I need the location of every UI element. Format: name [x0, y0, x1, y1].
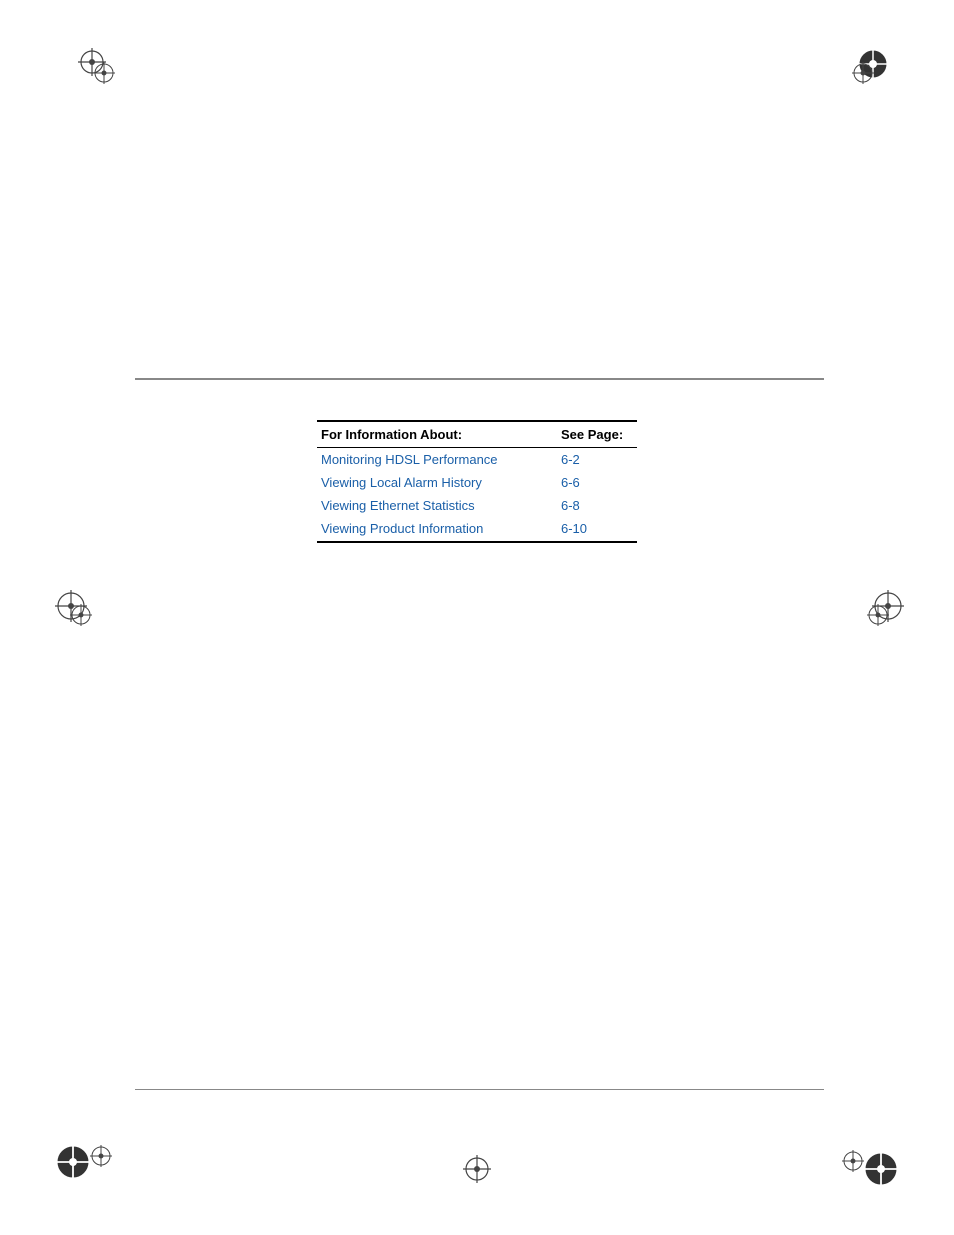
toc-row-page[interactable]: 6-8 — [557, 494, 637, 517]
toc-content-area: For Information About: See Page: Monitor… — [317, 420, 637, 543]
toc-row-label[interactable]: Viewing Product Information — [317, 517, 557, 542]
horizontal-rule-top — [135, 378, 824, 380]
toc-row[interactable]: Viewing Local Alarm History6-6 — [317, 471, 637, 494]
toc-row[interactable]: Monitoring HDSL Performance6-2 — [317, 448, 637, 472]
toc-col-header-page: See Page: — [557, 421, 637, 448]
registration-mark-mr-inner — [867, 604, 889, 626]
registration-mark-tl-inner — [93, 62, 115, 84]
toc-row[interactable]: Viewing Ethernet Statistics6-8 — [317, 494, 637, 517]
registration-mark-br-outer — [863, 1151, 899, 1187]
toc-col-header-topic: For Information About: — [317, 421, 557, 448]
registration-mark-br-inner — [842, 1150, 864, 1172]
toc-table: For Information About: See Page: Monitor… — [317, 420, 637, 543]
toc-row-label[interactable]: Viewing Local Alarm History — [317, 471, 557, 494]
toc-row-label[interactable]: Monitoring HDSL Performance — [317, 448, 557, 472]
registration-mark-ml-inner — [70, 604, 92, 626]
toc-row-page[interactable]: 6-2 — [557, 448, 637, 472]
toc-row-page[interactable]: 6-10 — [557, 517, 637, 542]
horizontal-rule-bottom — [135, 1089, 824, 1090]
registration-mark-bc — [463, 1155, 491, 1183]
toc-row-page[interactable]: 6-6 — [557, 471, 637, 494]
toc-header-row: For Information About: See Page: — [317, 421, 637, 448]
registration-mark-bl-outer — [55, 1144, 91, 1180]
registration-mark-tr-inner — [852, 62, 874, 84]
registration-mark-bl-inner — [90, 1145, 112, 1167]
toc-row[interactable]: Viewing Product Information6-10 — [317, 517, 637, 542]
toc-row-label[interactable]: Viewing Ethernet Statistics — [317, 494, 557, 517]
